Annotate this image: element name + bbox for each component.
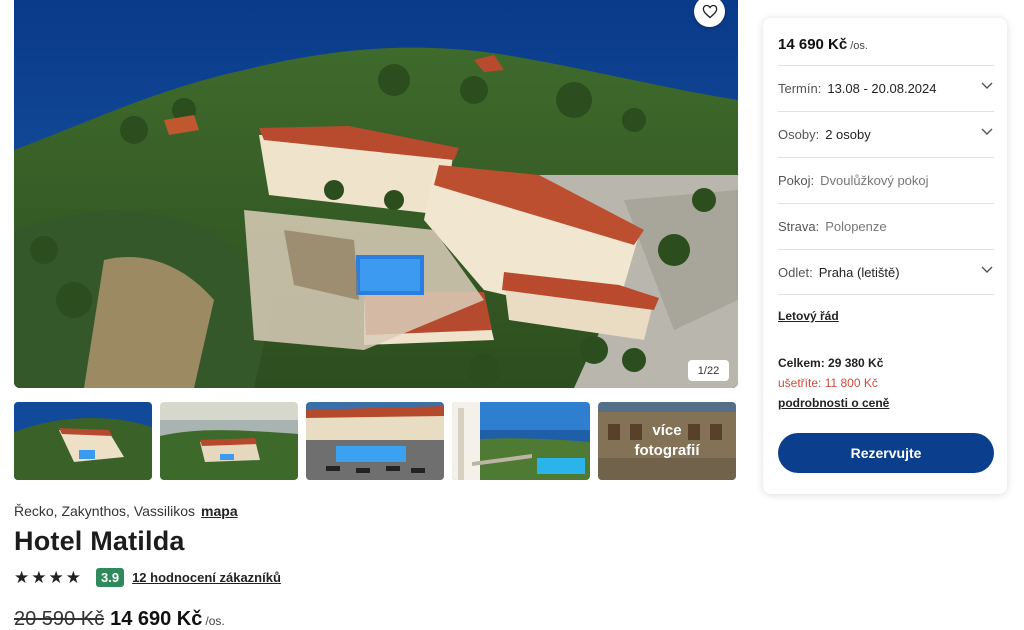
main-photo[interactable]: [14, 0, 738, 388]
board-field: Strava: Polopenze: [778, 203, 994, 249]
term-select[interactable]: Termín: 13.08 - 20.08.2024: [778, 65, 994, 111]
total-price: Celkem: 29 380 Kč: [778, 356, 884, 370]
room-label: Pokoj:: [778, 173, 815, 188]
thumb-building[interactable]: více fotografií: [598, 402, 736, 480]
thumb-aerial[interactable]: [14, 402, 152, 480]
thumb-pool-terrace-image: [306, 402, 444, 480]
hotel-name: Hotel Matilda: [14, 526, 185, 556]
persons-label: Osoby:: [778, 127, 820, 142]
old-price: 20 590 Kč: [14, 608, 105, 630]
current-price: 14 690 Kč: [110, 608, 203, 630]
price-details-link[interactable]: podrobnosti o ceně: [778, 396, 889, 410]
card-price-amount: 14 690 Kč: [778, 36, 848, 53]
savings-text: ušetříte: 11 800 Kč: [778, 376, 878, 390]
reserve-button[interactable]: Rezervujte: [778, 433, 994, 473]
term-value: 13.08 - 20.08.2024: [827, 81, 937, 96]
photo-counter: 1/22: [688, 360, 729, 381]
board-value: Polopenze: [825, 219, 887, 234]
location-text: Řecko, Zakynthos, Vassilikos: [14, 503, 196, 519]
persons-value: 2 osoby: [825, 127, 871, 142]
hotel-aerial-photo: [14, 0, 738, 388]
thumb-pool-terrace[interactable]: [306, 402, 444, 480]
card-price: 14 690 Kč /os.: [778, 36, 868, 53]
star-icon: ★: [48, 568, 64, 587]
board-label: Strava:: [778, 219, 820, 234]
star-icon: ★: [31, 568, 47, 587]
map-link[interactable]: mapa: [201, 503, 238, 519]
flight-schedule-link[interactable]: Letový řád: [778, 309, 839, 323]
booking-card: 14 690 Kč /os. Termín: 13.08 - 20.08.202…: [763, 18, 1007, 494]
thumb-panorama[interactable]: [160, 402, 298, 480]
more-photos-overlay[interactable]: více fotografií: [598, 402, 736, 480]
heart-icon: [702, 4, 717, 19]
score-badge: 3.9: [96, 568, 125, 587]
hotel-location: Řecko, Zakynthos, Vassilikos mapa: [14, 503, 238, 519]
chevron-down-icon: [981, 128, 993, 135]
thumb-sea-view-image: [452, 402, 590, 480]
rating-row: ★ ★ ★ ★ 3.9 12 hodnocení zákazníků: [14, 568, 281, 587]
reviews-link[interactable]: 12 hodnocení zákazníků: [132, 570, 281, 585]
per-person-label: /os.: [205, 614, 225, 628]
star-icon: ★: [14, 568, 30, 587]
star-rating: ★ ★ ★ ★: [14, 569, 81, 586]
thumbnail-strip: více fotografií: [14, 402, 736, 480]
departure-select[interactable]: Odlet: Praha (letiště): [778, 249, 994, 295]
price-row: 20 590 Kč 14 690 Kč /os.: [14, 608, 225, 630]
term-label: Termín:: [778, 81, 822, 96]
chevron-down-icon: [981, 82, 993, 89]
departure-value: Praha (letiště): [818, 264, 900, 280]
thumb-sea-view[interactable]: [452, 402, 590, 480]
persons-select[interactable]: Osoby: 2 osoby: [778, 111, 994, 157]
thumb-aerial-image: [14, 402, 152, 480]
room-field: Pokoj: Dvoulůžkový pokoj: [778, 157, 994, 203]
room-value: Dvoulůžkový pokoj: [820, 173, 929, 188]
chevron-down-icon: [981, 266, 993, 273]
star-icon: ★: [65, 568, 81, 587]
departure-label: Odlet:: [778, 264, 813, 280]
thumb-panorama-image: [160, 402, 298, 480]
card-per-person: /os.: [850, 40, 868, 52]
